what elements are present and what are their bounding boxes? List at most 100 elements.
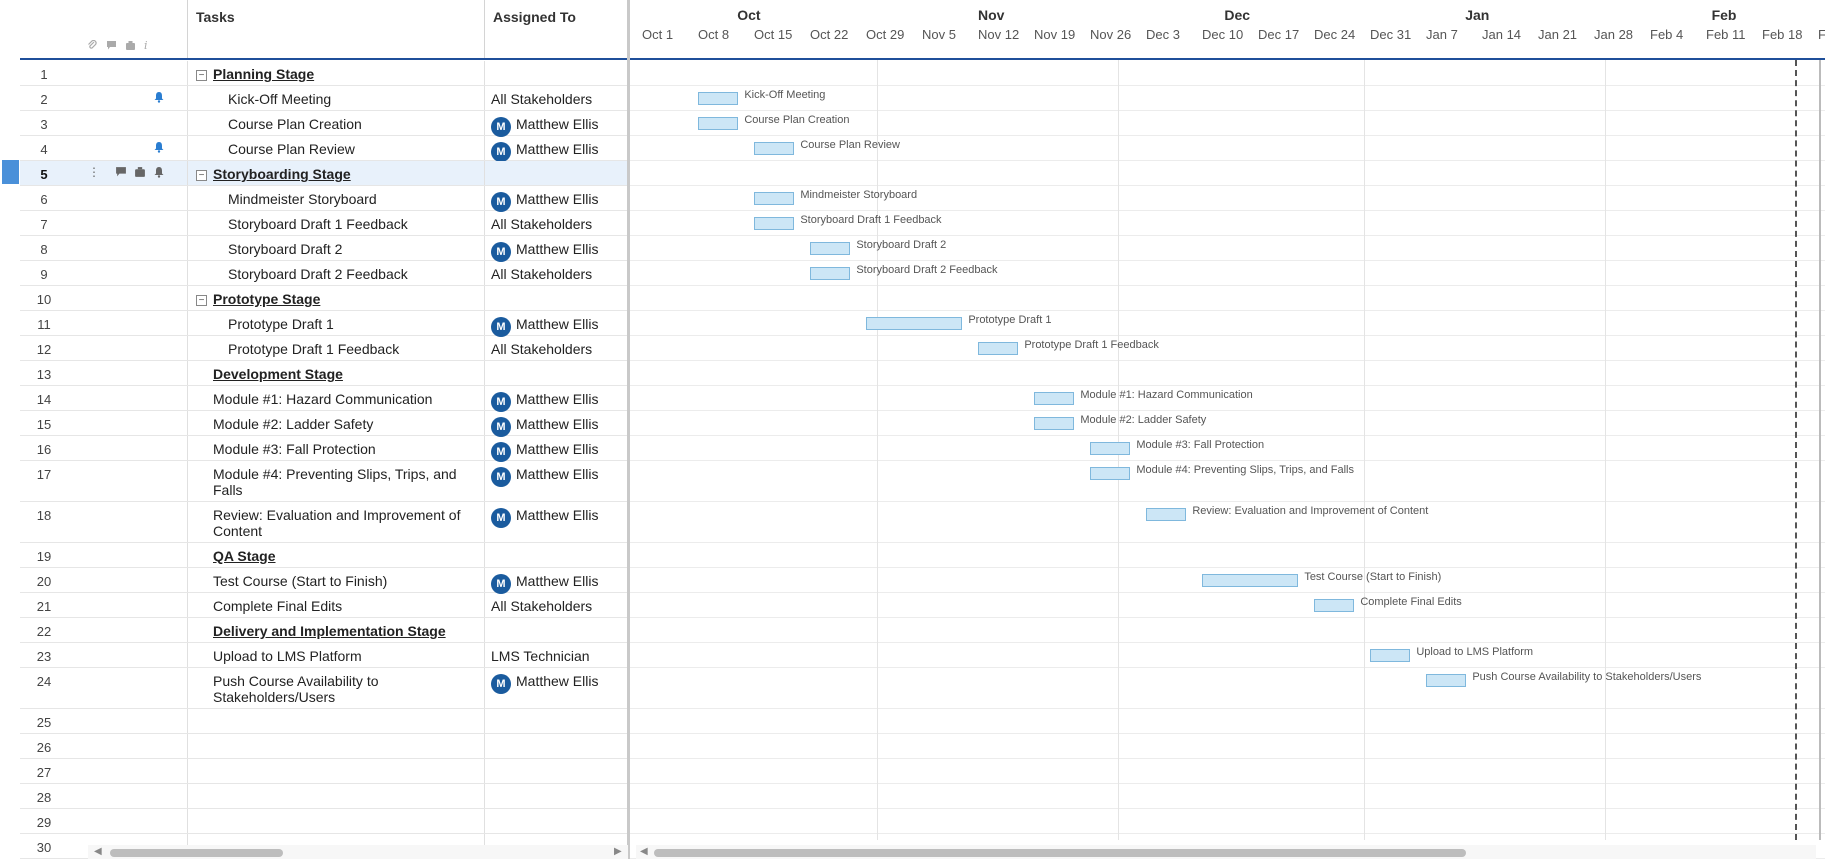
grid-scroll-thumb[interactable] bbox=[110, 849, 283, 857]
assigned-cell[interactable] bbox=[485, 709, 628, 733]
task-cell[interactable]: Module #2: Ladder Safety bbox=[188, 411, 485, 435]
row-number[interactable]: 4 bbox=[20, 136, 68, 157]
task-cell[interactable]: Mindmeister Storyboard bbox=[188, 186, 485, 210]
collapse-toggle-icon[interactable]: − bbox=[196, 170, 207, 181]
task-cell[interactable]: Course Plan Review bbox=[188, 136, 485, 160]
assigned-column-header[interactable]: Assigned To bbox=[485, 0, 628, 58]
grid-row[interactable]: 7 Storyboard Draft 1 Feedback All Stakehol… bbox=[20, 211, 628, 236]
grid-row[interactable]: 13 Development Stage bbox=[20, 361, 628, 386]
grid-row[interactable]: 20 Test Course (Start to Finish) M Matthew … bbox=[20, 568, 628, 594]
info-icon[interactable]: i bbox=[144, 40, 155, 51]
assigned-cell[interactable] bbox=[485, 286, 628, 310]
row-number[interactable]: 26 bbox=[20, 734, 68, 755]
grid-row[interactable]: 19 QA Stage bbox=[20, 543, 628, 568]
gantt-bar[interactable] bbox=[1034, 392, 1075, 405]
grid-row[interactable]: 21 Complete Final Edits All Stakeholders bbox=[20, 593, 628, 618]
row-number[interactable]: 27 bbox=[20, 759, 68, 780]
grid-row[interactable]: 1 − Planning Stage bbox=[20, 61, 628, 86]
gantt-bar[interactable] bbox=[1034, 417, 1075, 430]
task-cell[interactable]: Test Course (Start to Finish) bbox=[188, 568, 485, 592]
gantt-bar[interactable] bbox=[1370, 649, 1411, 662]
gantt-bar[interactable] bbox=[754, 142, 795, 155]
row-number[interactable]: 7 bbox=[20, 211, 68, 232]
reminder-icon[interactable] bbox=[153, 166, 165, 178]
task-cell[interactable]: Kick-Off Meeting bbox=[188, 86, 485, 110]
grid-row[interactable]: 18 Review: Evaluation and Improvement of … bbox=[20, 502, 628, 543]
proof-icon[interactable] bbox=[134, 166, 146, 178]
vertical-scrollbar-edge[interactable] bbox=[1819, 60, 1821, 840]
row-number[interactable]: 30 bbox=[20, 834, 68, 855]
assigned-cell[interactable]: M Matthew Ellis bbox=[485, 236, 628, 262]
grid-row[interactable]: 25 bbox=[20, 709, 628, 734]
row-number[interactable]: 5 bbox=[20, 161, 68, 182]
assigned-cell[interactable] bbox=[485, 61, 628, 85]
grid-row[interactable]: 14 Module #1: Hazard Communication M Matthe… bbox=[20, 386, 628, 412]
row-number[interactable]: 6 bbox=[20, 186, 68, 207]
assigned-cell[interactable] bbox=[485, 161, 628, 185]
row-number[interactable]: 12 bbox=[20, 336, 68, 357]
row-number[interactable]: 1 bbox=[20, 61, 68, 82]
grid-row[interactable]: 11 Prototype Draft 1 M Matthew Ellis bbox=[20, 311, 628, 337]
grid-row[interactable]: 2 Kick-Off Meeting All Stakeholders bbox=[20, 86, 628, 111]
assigned-cell[interactable]: M Matthew Ellis bbox=[485, 568, 628, 594]
grid-row[interactable]: 22 Delivery and Implementation Stage bbox=[20, 618, 628, 643]
task-cell[interactable] bbox=[188, 734, 485, 758]
grid-row[interactable]: 10 − Prototype Stage bbox=[20, 286, 628, 311]
task-cell[interactable]: Prototype Draft 1 Feedback bbox=[188, 336, 485, 360]
gantt-bar[interactable] bbox=[866, 317, 963, 330]
assigned-cell[interactable]: M Matthew Ellis bbox=[485, 311, 628, 337]
row-number[interactable]: 15 bbox=[20, 411, 68, 432]
assigned-cell[interactable] bbox=[485, 734, 628, 758]
row-number[interactable]: 23 bbox=[20, 643, 68, 664]
row-number[interactable]: 22 bbox=[20, 618, 68, 639]
row-number[interactable]: 24 bbox=[20, 668, 68, 689]
assigned-cell[interactable]: M Matthew Ellis bbox=[485, 436, 628, 462]
gantt-bar[interactable] bbox=[1090, 442, 1131, 455]
grid-row[interactable]: 28 bbox=[20, 784, 628, 809]
grid-row[interactable]: 26 bbox=[20, 734, 628, 759]
row-number[interactable]: 25 bbox=[20, 709, 68, 730]
gantt-bar[interactable] bbox=[1146, 508, 1187, 521]
row-number[interactable]: 29 bbox=[20, 809, 68, 830]
task-cell[interactable] bbox=[188, 759, 485, 783]
row-number[interactable]: 17 bbox=[20, 461, 68, 482]
assigned-cell[interactable]: All Stakeholders bbox=[485, 211, 628, 235]
scroll-right-arrow-icon[interactable]: ▶ bbox=[614, 846, 622, 857]
grid-row[interactable]: 15 Module #2: Ladder Safety M Matthew Ellis bbox=[20, 411, 628, 437]
task-cell[interactable]: Course Plan Creation bbox=[188, 111, 485, 135]
row-number[interactable]: 21 bbox=[20, 593, 68, 614]
grid-row[interactable]: 12 Prototype Draft 1 Feedback All Stakehol… bbox=[20, 336, 628, 361]
assigned-cell[interactable]: M Matthew Ellis bbox=[485, 111, 628, 137]
assigned-cell[interactable]: All Stakeholders bbox=[485, 336, 628, 360]
comment-icon[interactable] bbox=[115, 166, 127, 178]
gantt-horizontal-scrollbar[interactable]: ◀ bbox=[636, 845, 1816, 859]
row-number[interactable]: 19 bbox=[20, 543, 68, 564]
collapse-toggle-icon[interactable]: − bbox=[196, 70, 207, 81]
tasks-column-header[interactable]: Tasks bbox=[188, 0, 485, 58]
grid-row[interactable]: 6 Mindmeister Storyboard M Matthew Ellis bbox=[20, 186, 628, 212]
comment-icon[interactable] bbox=[106, 40, 117, 51]
grid-row[interactable]: 16 Module #3: Fall Protection M Matthew Ell… bbox=[20, 436, 628, 462]
grid-row[interactable]: 24 Push Course Availability to Stakeholde… bbox=[20, 668, 628, 709]
gantt-bar[interactable] bbox=[1314, 599, 1355, 612]
assigned-cell[interactable] bbox=[485, 618, 628, 642]
assigned-cell[interactable]: All Stakeholders bbox=[485, 86, 628, 110]
task-cell[interactable]: Module #3: Fall Protection bbox=[188, 436, 485, 460]
assigned-cell[interactable]: M Matthew Ellis bbox=[485, 136, 628, 162]
grid-row[interactable]: 27 bbox=[20, 759, 628, 784]
assigned-cell[interactable] bbox=[485, 809, 628, 833]
gantt-bar[interactable] bbox=[978, 342, 1019, 355]
task-cell[interactable]: Prototype Draft 1 bbox=[188, 311, 485, 335]
gantt-bar[interactable] bbox=[754, 192, 795, 205]
assigned-cell[interactable] bbox=[485, 361, 628, 385]
assigned-cell[interactable]: M Matthew Ellis bbox=[485, 186, 628, 212]
row-number[interactable]: 13 bbox=[20, 361, 68, 382]
gantt-bar[interactable] bbox=[1202, 574, 1299, 587]
task-cell[interactable]: QA Stage bbox=[188, 543, 485, 567]
reminder-bell-icon[interactable] bbox=[153, 91, 165, 104]
assigned-cell[interactable]: M Matthew Ellis bbox=[485, 668, 628, 708]
task-cell[interactable]: − Storyboarding Stage bbox=[188, 161, 485, 185]
gantt-bar[interactable] bbox=[810, 267, 851, 280]
gantt-bar[interactable] bbox=[698, 117, 739, 130]
scroll-left-arrow-icon[interactable]: ◀ bbox=[94, 846, 102, 857]
